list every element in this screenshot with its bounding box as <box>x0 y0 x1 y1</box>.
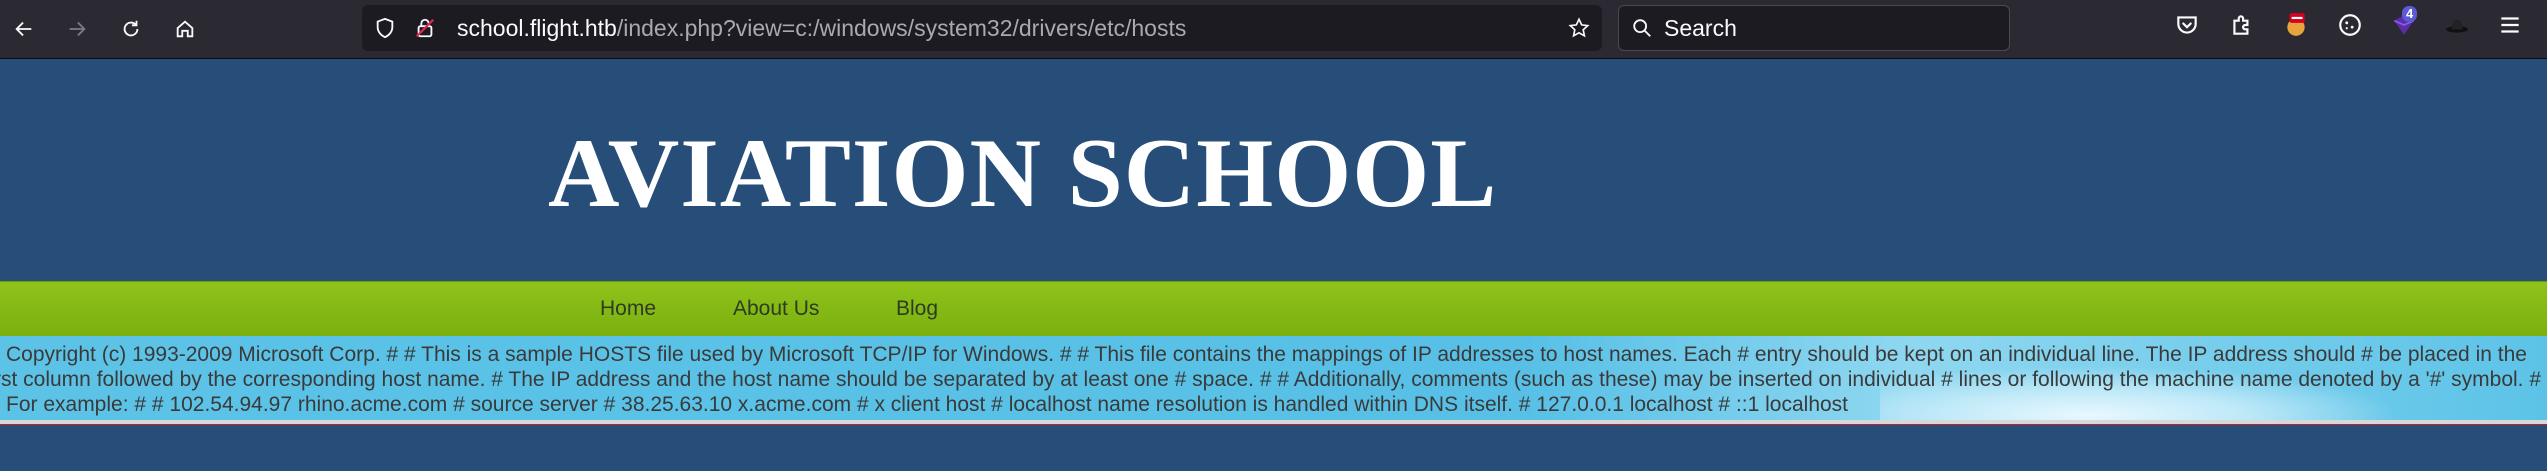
content-divider <box>0 420 2547 425</box>
home-icon <box>176 20 194 38</box>
forward-button[interactable] <box>57 9 97 49</box>
search-box[interactable]: Search <box>1618 5 2010 51</box>
url-path: /index.php?view=c:/windows/system32/driv… <box>616 15 1187 41</box>
insecure-lock-icon[interactable] <box>414 17 436 39</box>
search-icon <box>1633 19 1651 37</box>
extension-badge: 4 <box>2402 6 2418 22</box>
arrow-right-icon <box>69 21 86 37</box>
url-text[interactable]: school.flight.htb/index.php?view=c:/wind… <box>457 5 1186 51</box>
bookmark-star-icon[interactable] <box>1568 17 1590 39</box>
back-button[interactable] <box>4 9 44 49</box>
hosts-line-2: rst column followed by the corresponding… <box>0 368 2542 391</box>
shield-icon[interactable] <box>374 17 396 39</box>
hosts-line-3: For example: # # 102.54.94.97 rhino.acme… <box>6 393 1849 416</box>
cookie-icon[interactable] <box>2337 12 2363 38</box>
pocket-icon[interactable] <box>2174 12 2200 38</box>
url-host: school.flight.htb <box>457 15 617 41</box>
menu-hamburger-icon[interactable] <box>2497 12 2523 38</box>
nav-blog-link[interactable]: Blog <box>896 282 938 336</box>
nav-home-link[interactable]: Home <box>600 282 656 336</box>
site-logo[interactable]: AVIATION SCHOOL <box>548 119 1497 229</box>
search-placeholder: Search <box>1664 15 1737 41</box>
arrow-left-icon <box>15 21 32 37</box>
site-header: AVIATION SCHOOL <box>0 59 2547 281</box>
hosts-line-1: Copyright (c) 1993-2009 Microsoft Corp. … <box>6 343 2527 366</box>
reload-button[interactable] <box>111 9 151 49</box>
hat-extension-icon[interactable] <box>2444 12 2470 38</box>
site-nav: Home About Us Blog <box>0 281 2547 337</box>
address-bar[interactable]: school.flight.htb/index.php?view=c:/wind… <box>362 5 1602 51</box>
ublock-extension-icon[interactable] <box>2283 12 2309 38</box>
nav-about-link[interactable]: About Us <box>733 282 819 336</box>
content-area: Copyright (c) 1993-2009 Microsoft Corp. … <box>0 336 2547 420</box>
extensions-puzzle-icon[interactable] <box>2229 12 2255 38</box>
reload-icon <box>123 20 139 37</box>
browser-toolbar: school.flight.htb/index.php?view=c:/wind… <box>0 0 2547 59</box>
home-button[interactable] <box>165 9 205 49</box>
